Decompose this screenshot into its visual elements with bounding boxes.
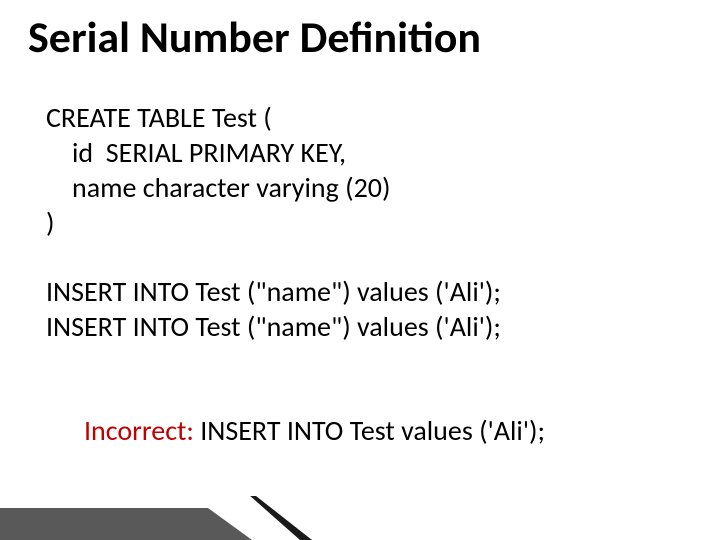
insert-line-2: INSERT INTO Test ("name") values ('Ali')… xyxy=(46,309,686,344)
code-line-2: id SERIAL PRIMARY KEY, xyxy=(46,135,686,170)
code-line-2-text: id SERIAL PRIMARY KEY, xyxy=(46,135,346,170)
slide-title: Serial Number Definition xyxy=(28,10,481,64)
code-line-3: name character varying (20) xyxy=(46,170,686,205)
incorrect-line: Incorrect: INSERT INTO Test values ('Ali… xyxy=(46,378,686,483)
code-line-3-text: name character varying (20) xyxy=(46,170,391,205)
incorrect-rest: INSERT INTO Test values ('Ali'); xyxy=(194,413,545,448)
spacer-2 xyxy=(46,344,686,378)
insert-line-1: INSERT INTO Test ("name") values ('Ali')… xyxy=(46,274,686,309)
incorrect-label: Incorrect: xyxy=(84,413,194,448)
spacer-1 xyxy=(46,240,686,274)
code-line-1: CREATE TABLE Test ( xyxy=(46,100,686,135)
slide: Serial Number Definition CREATE TABLE Te… xyxy=(0,0,720,540)
slide-body: CREATE TABLE Test ( id SERIAL PRIMARY KE… xyxy=(46,100,686,483)
code-line-4: ) xyxy=(46,205,686,240)
